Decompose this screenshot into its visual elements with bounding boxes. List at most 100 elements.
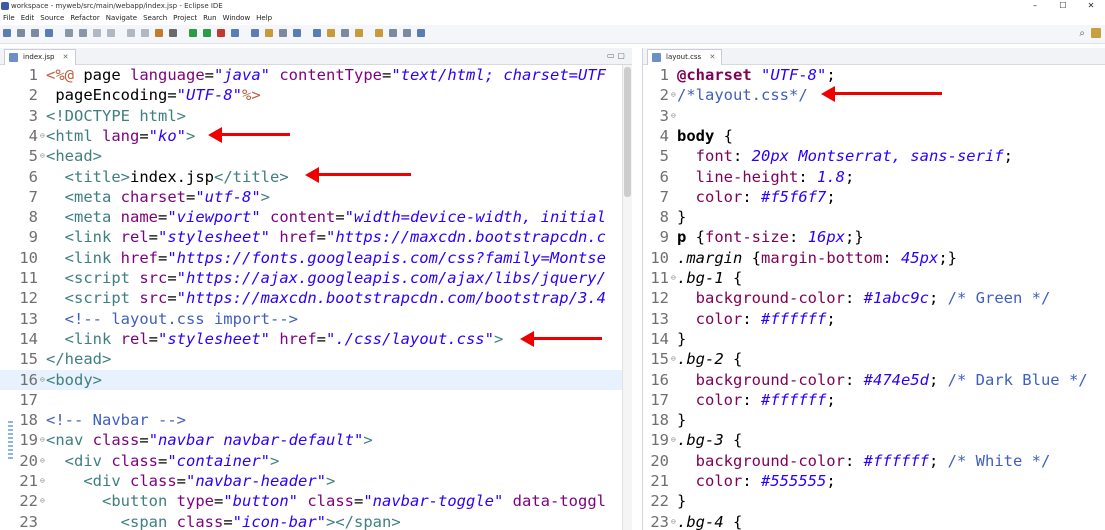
code-line[interactable]: 7 color: #f5f6f7; <box>643 187 1105 207</box>
toolbar-button-icon[interactable] <box>203 29 211 37</box>
toolbar-button-icon[interactable] <box>341 29 349 37</box>
code-line[interactable]: 23 ⊖.bg-4 { <box>643 512 1105 530</box>
code-line[interactable]: 11 ⊖.bg-1 { <box>643 268 1105 288</box>
toolbar-button-icon[interactable] <box>107 29 115 37</box>
code-line[interactable]: 8 <meta name="viewport" content="width=d… <box>0 207 632 227</box>
toolbar-button-icon[interactable] <box>417 29 425 37</box>
toolbar-button-icon[interactable] <box>169 29 177 37</box>
toolbar-button-icon[interactable] <box>389 29 397 37</box>
toolbar-button-icon[interactable] <box>79 29 87 37</box>
code-editor[interactable]: 1 @charset "UTF-8"; 2 ⊖/*layout.css*/3 ⊖ 4 bod… <box>643 65 1105 530</box>
close-icon[interactable]: ✕ <box>1077 0 1105 12</box>
close-tab-icon[interactable]: ✕ <box>709 53 715 61</box>
code-line[interactable]: 9p {font-size: 16px;} <box>643 227 1105 247</box>
toolbar-button-icon[interactable] <box>251 29 259 37</box>
code-line[interactable]: 16 background-color: #474e5d; /* Dark Bl… <box>643 370 1105 390</box>
code-line[interactable]: 14} <box>643 329 1105 349</box>
code-line[interactable]: 17 color: #ffffff; <box>643 390 1105 410</box>
line-number: 12 <box>650 289 669 308</box>
menu-edit[interactable]: Edit <box>21 12 35 24</box>
toolbar-button-icon[interactable] <box>293 29 301 37</box>
code-line[interactable]: 4 body { <box>643 126 1105 146</box>
code-line[interactable]: 16 ⊖<body> <box>0 369 632 390</box>
toolbar-button-icon[interactable] <box>31 29 39 37</box>
menu-help[interactable]: Help <box>256 12 272 24</box>
code-line[interactable]: 3 ⊖ <box>643 106 1105 126</box>
code-line[interactable]: 22 ⊖ <button type="button" class="navbar-… <box>0 491 632 511</box>
code-line[interactable]: 18} <box>643 410 1105 430</box>
minimize-icon[interactable]: – <box>1021 0 1049 12</box>
menu-search[interactable]: Search <box>143 12 167 24</box>
close-tab-icon[interactable]: ✕ <box>63 53 69 61</box>
code-editor[interactable]: 1 <%@ page language="java" contentType="t… <box>0 65 632 530</box>
code-line[interactable]: 15 ⊖.bg-2 { <box>643 349 1105 369</box>
menu-run[interactable]: Run <box>203 12 216 24</box>
code-line[interactable]: 20 ⊖ <div class="container"> <box>0 451 632 471</box>
code-line[interactable]: 17 <box>0 390 632 410</box>
search-icon[interactable]: ⌕ <box>1079 28 1085 39</box>
code-line[interactable]: 21 color: #555555; <box>643 471 1105 491</box>
toolbar-button-icon[interactable] <box>189 29 197 37</box>
scrollbar-thumb[interactable] <box>624 67 631 197</box>
code-line[interactable]: 19 ⊖<nav class="navbar navbar-default"> <box>0 430 632 450</box>
toolbar-button-icon[interactable] <box>141 29 149 37</box>
code-line[interactable]: 15 </head> <box>0 349 632 369</box>
toolbar-button-icon[interactable] <box>313 29 321 37</box>
editor-tab-bar: index.jsp ✕ ▭▢ <box>0 48 632 65</box>
toolbar-button-icon[interactable] <box>155 29 163 37</box>
menu-refactor[interactable]: Refactor <box>70 12 99 24</box>
tab-layout-css[interactable]: layout.css ✕ <box>647 49 723 65</box>
toolbar-button-icon[interactable] <box>65 29 73 37</box>
code-line[interactable]: 10 .margin {margin-bottom: 45px;} <box>643 248 1105 268</box>
toolbar-button-icon[interactable] <box>265 29 273 37</box>
code-line[interactable]: 4 ⊖<html lang="ko"> <box>0 126 632 146</box>
toolbar-button-icon[interactable] <box>17 29 25 37</box>
code-line[interactable]: 10 <link href="https://fonts.googleapis.… <box>0 248 632 268</box>
code-line[interactable]: 22} <box>643 491 1105 511</box>
code-line[interactable]: 8} <box>643 207 1105 227</box>
code-line[interactable]: 18 <!-- Navbar --> <box>0 410 632 430</box>
toolbar-button-icon[interactable] <box>231 29 239 37</box>
perspective-icon[interactable] <box>1091 28 1101 38</box>
code-line[interactable]: 2 pageEncoding="UTF-8"%> <box>0 85 632 105</box>
toolbar-button-icon[interactable] <box>93 29 101 37</box>
toolbar-button-icon[interactable] <box>127 29 135 37</box>
code-line[interactable]: 1 <%@ page language="java" contentType="t… <box>0 65 632 85</box>
code-token: "container" <box>167 451 270 470</box>
menu-navigate[interactable]: Navigate <box>106 12 137 24</box>
menu-source[interactable]: Source <box>40 12 64 24</box>
toolbar-button-icon[interactable] <box>45 29 53 37</box>
vertical-scrollbar[interactable] <box>622 65 632 530</box>
code-line[interactable]: 12 background-color: #1abc9c; /* Green *… <box>643 288 1105 308</box>
menu-window[interactable]: Window <box>223 12 251 24</box>
code-line[interactable]: 13 color: #ffffff; <box>643 309 1105 329</box>
code-line[interactable]: 20 background-color: #ffffff; /* White *… <box>643 451 1105 471</box>
code-line[interactable]: 3 <!DOCTYPE html> <box>0 106 632 126</box>
menu-file[interactable]: File <box>3 12 15 24</box>
minimize-maximize-icon[interactable]: ▭▢ <box>607 51 628 60</box>
code-line[interactable]: 11 <script src="https://ajax.googleapis.… <box>0 268 632 288</box>
code-line[interactable]: 6 line-height: 1.8; <box>643 167 1105 187</box>
fold-toggle-icon[interactable]: ⊖ <box>671 106 677 126</box>
code-line[interactable]: 12 <script src="https://maxcdn.bootstrap… <box>0 288 632 308</box>
toolbar-button-icon[interactable] <box>279 29 287 37</box>
toolbar-button-icon[interactable] <box>375 29 383 37</box>
code-line[interactable]: 9 <link rel="stylesheet" href="https://m… <box>0 227 632 247</box>
code-line[interactable]: 19 ⊖.bg-3 { <box>643 430 1105 450</box>
toolbar-button-icon[interactable] <box>3 29 11 37</box>
code-line[interactable]: 13 <!-- layout.css import--> <box>0 309 632 329</box>
toolbar-button-icon[interactable] <box>327 29 335 37</box>
code-line[interactable]: 21 ⊖ <div class="navbar-header"> <box>0 471 632 491</box>
toolbar-button-icon[interactable] <box>403 29 411 37</box>
menu-project[interactable]: Project <box>173 12 197 24</box>
code-line[interactable]: 7 <meta charset="utf-8"> <box>0 187 632 207</box>
tab-index-jsp[interactable]: index.jsp ✕ <box>4 49 76 65</box>
toolbar-button-icon[interactable] <box>217 29 225 37</box>
code-line[interactable]: 1 @charset "UTF-8"; <box>643 65 1105 85</box>
code-line[interactable]: 23 <span class="icon-bar"></span> <box>0 512 632 530</box>
code-line[interactable]: 5 ⊖<head> <box>0 146 632 166</box>
maximize-icon[interactable]: ☐ <box>1049 0 1077 12</box>
code-token: 16px <box>807 228 846 247</box>
toolbar-button-icon[interactable] <box>355 29 363 37</box>
code-line[interactable]: 5 font: 20px Montserrat, sans-serif; <box>643 146 1105 166</box>
